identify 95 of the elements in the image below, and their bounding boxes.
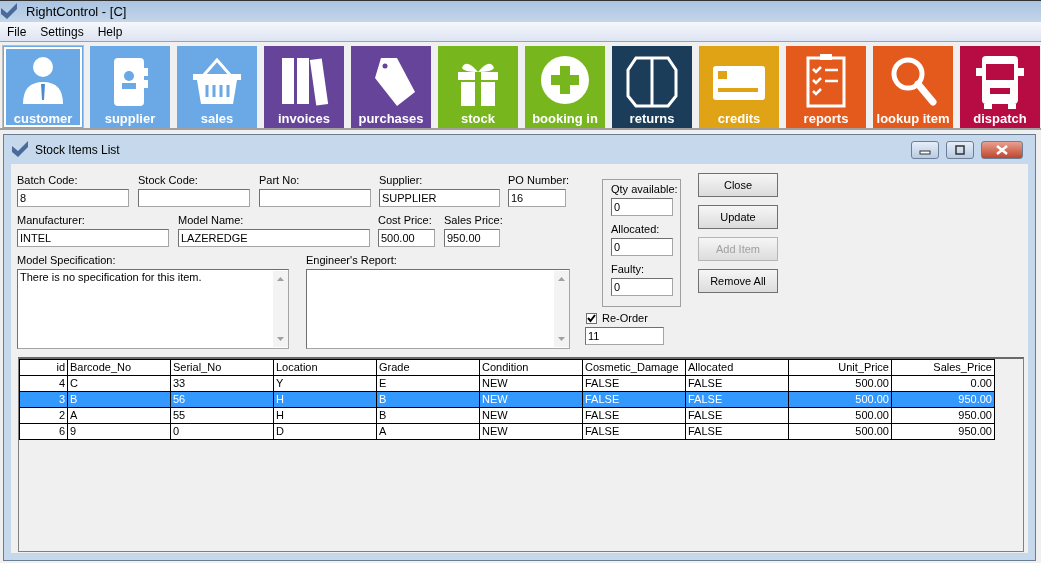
field-label: Part No: bbox=[259, 174, 301, 188]
maximize-button[interactable] bbox=[946, 140, 974, 159]
table-cell: FALSE bbox=[685, 423, 789, 440]
column-header[interactable]: Allocated bbox=[685, 359, 789, 376]
text-field[interactable] bbox=[138, 189, 250, 207]
table-cell: C bbox=[67, 375, 171, 392]
table-cell: FALSE bbox=[582, 375, 686, 392]
close-button[interactable] bbox=[981, 140, 1023, 159]
text-field[interactable]: SUPPLIER bbox=[379, 189, 500, 207]
table-cell: NEW bbox=[479, 423, 583, 440]
column-header[interactable]: Serial_No bbox=[170, 359, 274, 376]
toolbar-tile[interactable]: lookup item bbox=[873, 46, 953, 128]
table-cell: FALSE bbox=[685, 407, 789, 424]
text-field[interactable]: 500.00 bbox=[378, 229, 435, 247]
field-label: Engineer's Report: bbox=[306, 254, 398, 268]
table-cell: Y bbox=[273, 375, 377, 392]
checkbox[interactable] bbox=[586, 312, 597, 324]
table-cell: 500.00 bbox=[788, 375, 892, 392]
text-field[interactable]: 0 bbox=[611, 238, 673, 256]
table-cell: A bbox=[376, 423, 480, 440]
toolbar-tile[interactable]: invoices bbox=[264, 46, 344, 128]
field-label: Manufacturer: bbox=[17, 214, 86, 228]
table-cell: 950.00 bbox=[891, 423, 995, 440]
maximize-icon bbox=[954, 144, 966, 155]
table-row[interactable]: 4 C 33 Y E NEW FALSE FALSE 500.00 0.00 bbox=[19, 375, 995, 392]
field-label: PO Number: bbox=[508, 174, 566, 188]
column-header[interactable]: Unit_Price bbox=[788, 359, 892, 376]
column-header[interactable]: Sales_Price bbox=[891, 359, 995, 376]
menu-item[interactable]: File bbox=[2, 24, 32, 39]
field-label: Allocated: bbox=[611, 223, 661, 237]
field-label: Cost Price: bbox=[378, 214, 433, 228]
table-row[interactable]: 2 A 55 H B NEW FALSE FALSE 500.00 950.00 bbox=[19, 407, 995, 424]
form-button[interactable]: Update bbox=[698, 205, 778, 229]
table-cell: A bbox=[67, 407, 171, 424]
table-cell: E bbox=[376, 375, 480, 392]
field-label: Model Name: bbox=[178, 214, 245, 228]
table-cell: 0 bbox=[170, 423, 274, 440]
text-field[interactable]: 0 bbox=[611, 198, 673, 216]
table-cell: FALSE bbox=[685, 375, 789, 392]
field-label: Batch Code: bbox=[17, 174, 79, 188]
table-cell: 9 bbox=[67, 423, 171, 440]
app-logo-icon bbox=[1, 3, 18, 20]
table-cell: NEW bbox=[479, 407, 583, 424]
toolbar-tile[interactable]: purchases bbox=[351, 46, 431, 128]
table-cell: B bbox=[376, 407, 480, 424]
form-button[interactable]: Close bbox=[698, 173, 778, 197]
column-header[interactable]: Cosmetic_Damage bbox=[582, 359, 686, 376]
table-cell: D bbox=[273, 423, 377, 440]
window-icon bbox=[12, 141, 29, 158]
field-label: Faulty: bbox=[611, 263, 645, 277]
table-cell: 55 bbox=[170, 407, 274, 424]
toolbar-tile[interactable]: dispatch bbox=[960, 46, 1040, 128]
field-label: Supplier: bbox=[379, 174, 424, 188]
menu-item[interactable]: Settings bbox=[35, 24, 89, 39]
close-icon bbox=[996, 144, 1008, 155]
window-title: Stock Items List bbox=[35, 142, 121, 157]
table-cell: 33 bbox=[170, 375, 274, 392]
table-cell: FALSE bbox=[582, 423, 686, 440]
text-area[interactable]: There is no specification for this item. bbox=[17, 269, 289, 349]
column-header[interactable]: Location bbox=[273, 359, 377, 376]
menu-item[interactable]: Help bbox=[92, 24, 128, 39]
text-field[interactable]: LAZEREDGE bbox=[178, 229, 370, 247]
toolbar-tile[interactable]: reports bbox=[786, 46, 866, 128]
field-label: Sales Price: bbox=[444, 214, 500, 228]
table-cell: NEW bbox=[479, 375, 583, 392]
field-label: Model Specification: bbox=[17, 254, 117, 268]
window-title: RightControl - [C] bbox=[26, 4, 127, 19]
column-header[interactable]: Barcode_No bbox=[67, 359, 171, 376]
toolbar-tile[interactable]: returns bbox=[612, 46, 692, 128]
form-button[interactable]: Remove All bbox=[698, 269, 778, 293]
text-field[interactable]: 0 bbox=[611, 278, 673, 296]
table-cell: 0.00 bbox=[891, 375, 995, 392]
column-header[interactable]: id bbox=[19, 359, 68, 376]
checkbox-label: Re-Order bbox=[602, 312, 648, 324]
field-label: Qty available: bbox=[611, 183, 679, 197]
table-cell: 500.00 bbox=[788, 423, 892, 440]
text-field[interactable]: 8 bbox=[17, 189, 129, 207]
table-cell: 6 bbox=[19, 423, 68, 440]
text-field[interactable]: 950.00 bbox=[444, 229, 500, 247]
table-row[interactable]: 6 9 0 D A NEW FALSE FALSE 500.00 950.00 bbox=[19, 423, 995, 440]
table-cell: 4 bbox=[19, 375, 68, 392]
table-cell: 2 bbox=[19, 407, 68, 424]
text-field[interactable] bbox=[259, 189, 371, 207]
column-header[interactable]: Condition bbox=[479, 359, 583, 376]
table-cell: FALSE bbox=[582, 407, 686, 424]
check-icon bbox=[587, 313, 596, 323]
text-field[interactable]: 16 bbox=[508, 189, 566, 207]
field-label: Stock Code: bbox=[138, 174, 199, 188]
table-cell: 500.00 bbox=[788, 407, 892, 424]
table-cell: 950.00 bbox=[891, 407, 995, 424]
text-field[interactable]: 11 bbox=[585, 327, 664, 345]
table-cell: H bbox=[273, 407, 377, 424]
minimize-button[interactable] bbox=[911, 140, 939, 159]
text-field[interactable]: INTEL bbox=[17, 229, 169, 247]
column-header[interactable]: Grade bbox=[376, 359, 480, 376]
